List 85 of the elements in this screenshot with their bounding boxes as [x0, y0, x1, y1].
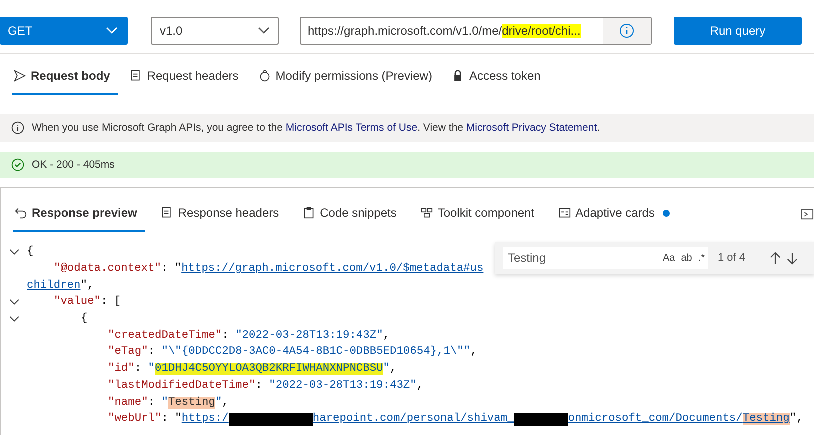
code-token: :	[148, 396, 156, 409]
code-token: :	[134, 363, 143, 376]
code-token: "lastModifiedDateTime"	[108, 380, 256, 392]
code-token: "id"	[108, 363, 135, 376]
response-tab[interactable]: Adaptive cards	[556, 196, 678, 232]
document-icon	[130, 70, 142, 82]
chevron-down-icon	[258, 27, 270, 35]
status-text: OK - 200 - 405ms	[32, 159, 115, 171]
request-tab[interactable]: Request body	[12, 59, 118, 95]
code-token: "eTag"	[108, 346, 148, 358]
lock-icon	[258, 70, 271, 82]
card-icon	[558, 207, 571, 219]
request-tab[interactable]: Request headers	[128, 59, 247, 95]
code-token: :	[222, 330, 230, 342]
response-tab[interactable]: Response preview	[13, 196, 146, 232]
notice-link[interactable]: Microsoft APIs Terms of Use	[286, 122, 418, 134]
url-field[interactable]: https://graph.microsoft.com/v1.0/me/drive/root/chi...	[300, 17, 652, 45]
check-circle-icon	[11, 158, 25, 172]
code-token: : "	[161, 263, 182, 276]
code-token: "value"	[54, 296, 101, 308]
code-token: "	[215, 396, 222, 409]
request-tab[interactable]: Modify permissions (Preview)	[256, 59, 440, 95]
code-token: ,	[470, 346, 478, 358]
fold-chevron-icon[interactable]	[8, 298, 20, 306]
fold-chevron-icon[interactable]	[8, 316, 20, 323]
undo-arrow-icon	[15, 207, 27, 219]
send-icon	[14, 70, 26, 82]
code-token: {	[27, 246, 34, 258]
code-token: {	[81, 313, 88, 326]
code-token: ",	[790, 413, 804, 426]
code-link[interactable]: children	[27, 280, 81, 292]
find-input[interactable]: Testing Aa ab .*	[503, 247, 708, 269]
code-token: ,	[390, 363, 397, 376]
info-icon[interactable]	[603, 18, 651, 44]
code-token: : "	[162, 413, 182, 426]
code-link[interactable]: harepoint.com/personal/shivam_	[312, 413, 514, 426]
arrow-up-icon[interactable]	[770, 252, 781, 264]
response-tab[interactable]: Response headers	[159, 196, 288, 232]
code-token: "@odata.context"	[54, 263, 162, 276]
code-token: "2022-03-28T13:19:43Z"	[236, 330, 384, 342]
method-dropdown[interactable]: GET	[0, 17, 128, 45]
find-option-toggle[interactable]: ab	[678, 252, 696, 264]
code-token: "\"{0DDCC2D8-3AC0-4A54-8B1C-0DBB5ED10654},1\""	[162, 346, 471, 358]
arrow-down-icon[interactable]	[786, 252, 798, 264]
code-token: "2022-03-28T13:19:43Z"	[269, 380, 417, 392]
code-token: Testing	[168, 396, 216, 409]
code-token: "	[383, 363, 390, 376]
code-token: "	[148, 363, 156, 376]
clipboard-icon	[303, 207, 316, 219]
version-dropdown[interactable]: v1.0	[151, 17, 279, 45]
code-token: ,	[416, 380, 424, 392]
code-token: ,	[222, 396, 229, 409]
grid-icon	[420, 207, 433, 219]
code-token: 01DHJ4C5OYYLOA3QB2KRFIWHANXNPNCBSU	[155, 363, 384, 376]
code-token: "createdDateTime"	[108, 330, 222, 342]
code-token: :	[256, 380, 264, 392]
code-token: ,	[383, 330, 390, 342]
find-option-toggle[interactable]: .*	[695, 252, 708, 264]
code-token: ",	[80, 280, 94, 292]
lock-icon	[452, 70, 464, 82]
code-link[interactable]: https:/	[182, 413, 229, 426]
redaction-block	[514, 412, 568, 426]
url-text: https://graph.microsoft.com/v1.0/me/drive/root/chi...	[307, 24, 582, 38]
expand-icon[interactable]	[801, 208, 814, 221]
code-token: "	[162, 396, 168, 409]
fold-chevron-icon[interactable]	[8, 248, 20, 256]
code-link[interactable]: onmicrosoft_com/Documents/	[568, 413, 743, 426]
code-token: : [	[101, 296, 122, 308]
notice-link[interactable]: Microsoft Privacy Statement	[466, 122, 598, 134]
match-count: 1 of 4	[718, 252, 746, 264]
code-token: "name"	[108, 396, 148, 409]
find-option-toggle[interactable]: Aa	[660, 252, 678, 264]
code-link[interactable]: Testing	[742, 413, 790, 426]
find-text: Testing	[508, 251, 546, 265]
notice-text: When you use Microsoft Graph APIs, you agree to the Microsoft APIs Terms of Use. View the Microsoft Privacy Statement.	[32, 122, 600, 134]
code-token: "webUrl"	[108, 413, 162, 426]
chevron-down-icon	[106, 27, 118, 35]
code-token: :	[148, 346, 156, 358]
info-icon	[11, 121, 25, 135]
code-link[interactable]: https://graph.microsoft.com/v1.0/$metadata#us	[182, 263, 484, 276]
request-tab[interactable]: Access token	[450, 59, 549, 95]
response-tab[interactable]: Code snippets	[301, 196, 405, 232]
response-tab[interactable]: Toolkit component	[418, 196, 543, 232]
document-icon	[161, 207, 174, 219]
run-query-button[interactable]: Run query	[674, 17, 802, 45]
